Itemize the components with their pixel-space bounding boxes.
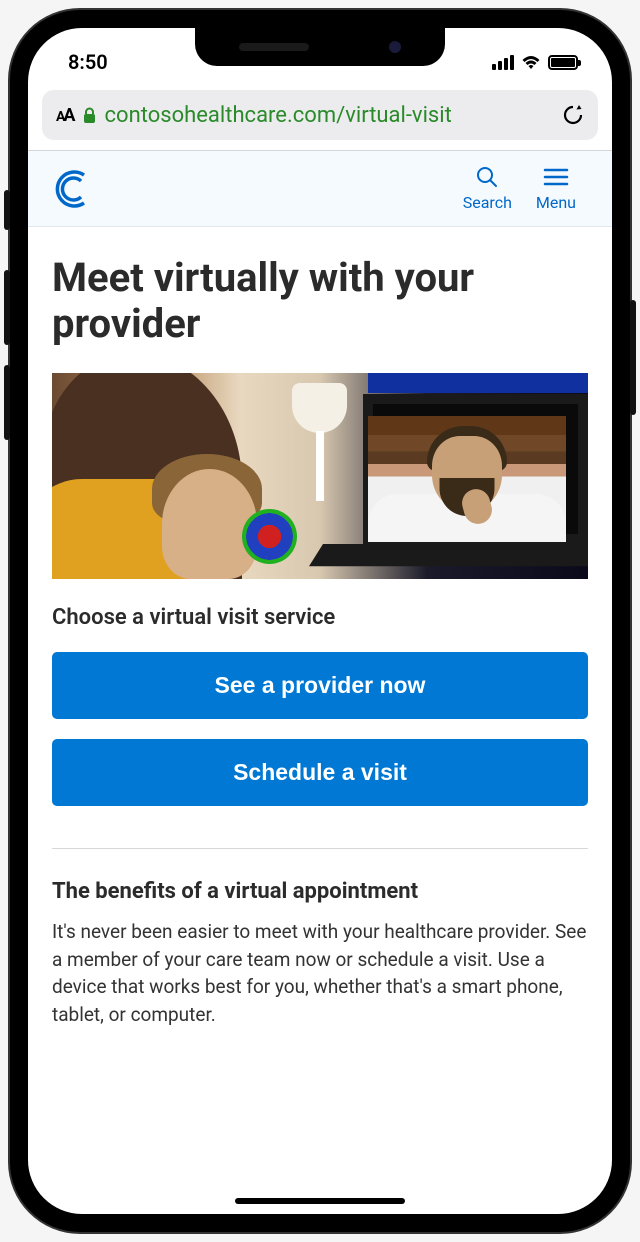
lock-icon [82,107,97,124]
home-indicator[interactable] [235,1198,405,1204]
cellular-signal-icon [492,55,514,70]
wifi-icon [521,55,541,70]
search-label: Search [463,193,512,212]
volume-up-button [4,270,10,345]
page-content: Meet virtually with your provider [28,227,612,1028]
battery-icon [548,55,578,70]
phone-notch [195,28,445,66]
url-text: contosohealthcare.com/virtual-visit [105,103,555,128]
phone-frame: 8:50 AA contosohealthcare.com/v [10,10,630,1232]
benefits-title: The benefits of a virtual appointment [52,879,588,904]
phone-screen: 8:50 AA contosohealthcare.com/v [28,28,612,1214]
hero-image [52,373,588,579]
search-button[interactable]: Search [451,165,524,212]
section-divider [52,848,588,849]
brand-logo[interactable] [52,169,451,209]
menu-button[interactable]: Menu [524,165,588,212]
silence-switch [4,190,10,230]
reader-aa-icon[interactable]: AA [56,105,74,126]
volume-down-button [4,365,10,440]
browser-chrome: AA contosohealthcare.com/virtual-visit [28,84,612,150]
address-bar[interactable]: AA contosohealthcare.com/virtual-visit [42,90,598,140]
schedule-visit-button[interactable]: Schedule a visit [52,739,588,806]
choose-service-title: Choose a virtual visit service [52,605,588,630]
hamburger-icon [543,165,569,189]
power-button [630,300,636,415]
status-time: 8:50 [68,50,108,74]
benefits-body: It's never been easier to meet with your… [52,918,588,1028]
menu-label: Menu [536,193,576,212]
refresh-icon[interactable] [562,103,584,127]
app-header: Search Menu [28,151,612,227]
page-title: Meet virtually with your provider [52,255,588,347]
search-icon [475,165,499,189]
see-provider-now-button[interactable]: See a provider now [52,652,588,719]
